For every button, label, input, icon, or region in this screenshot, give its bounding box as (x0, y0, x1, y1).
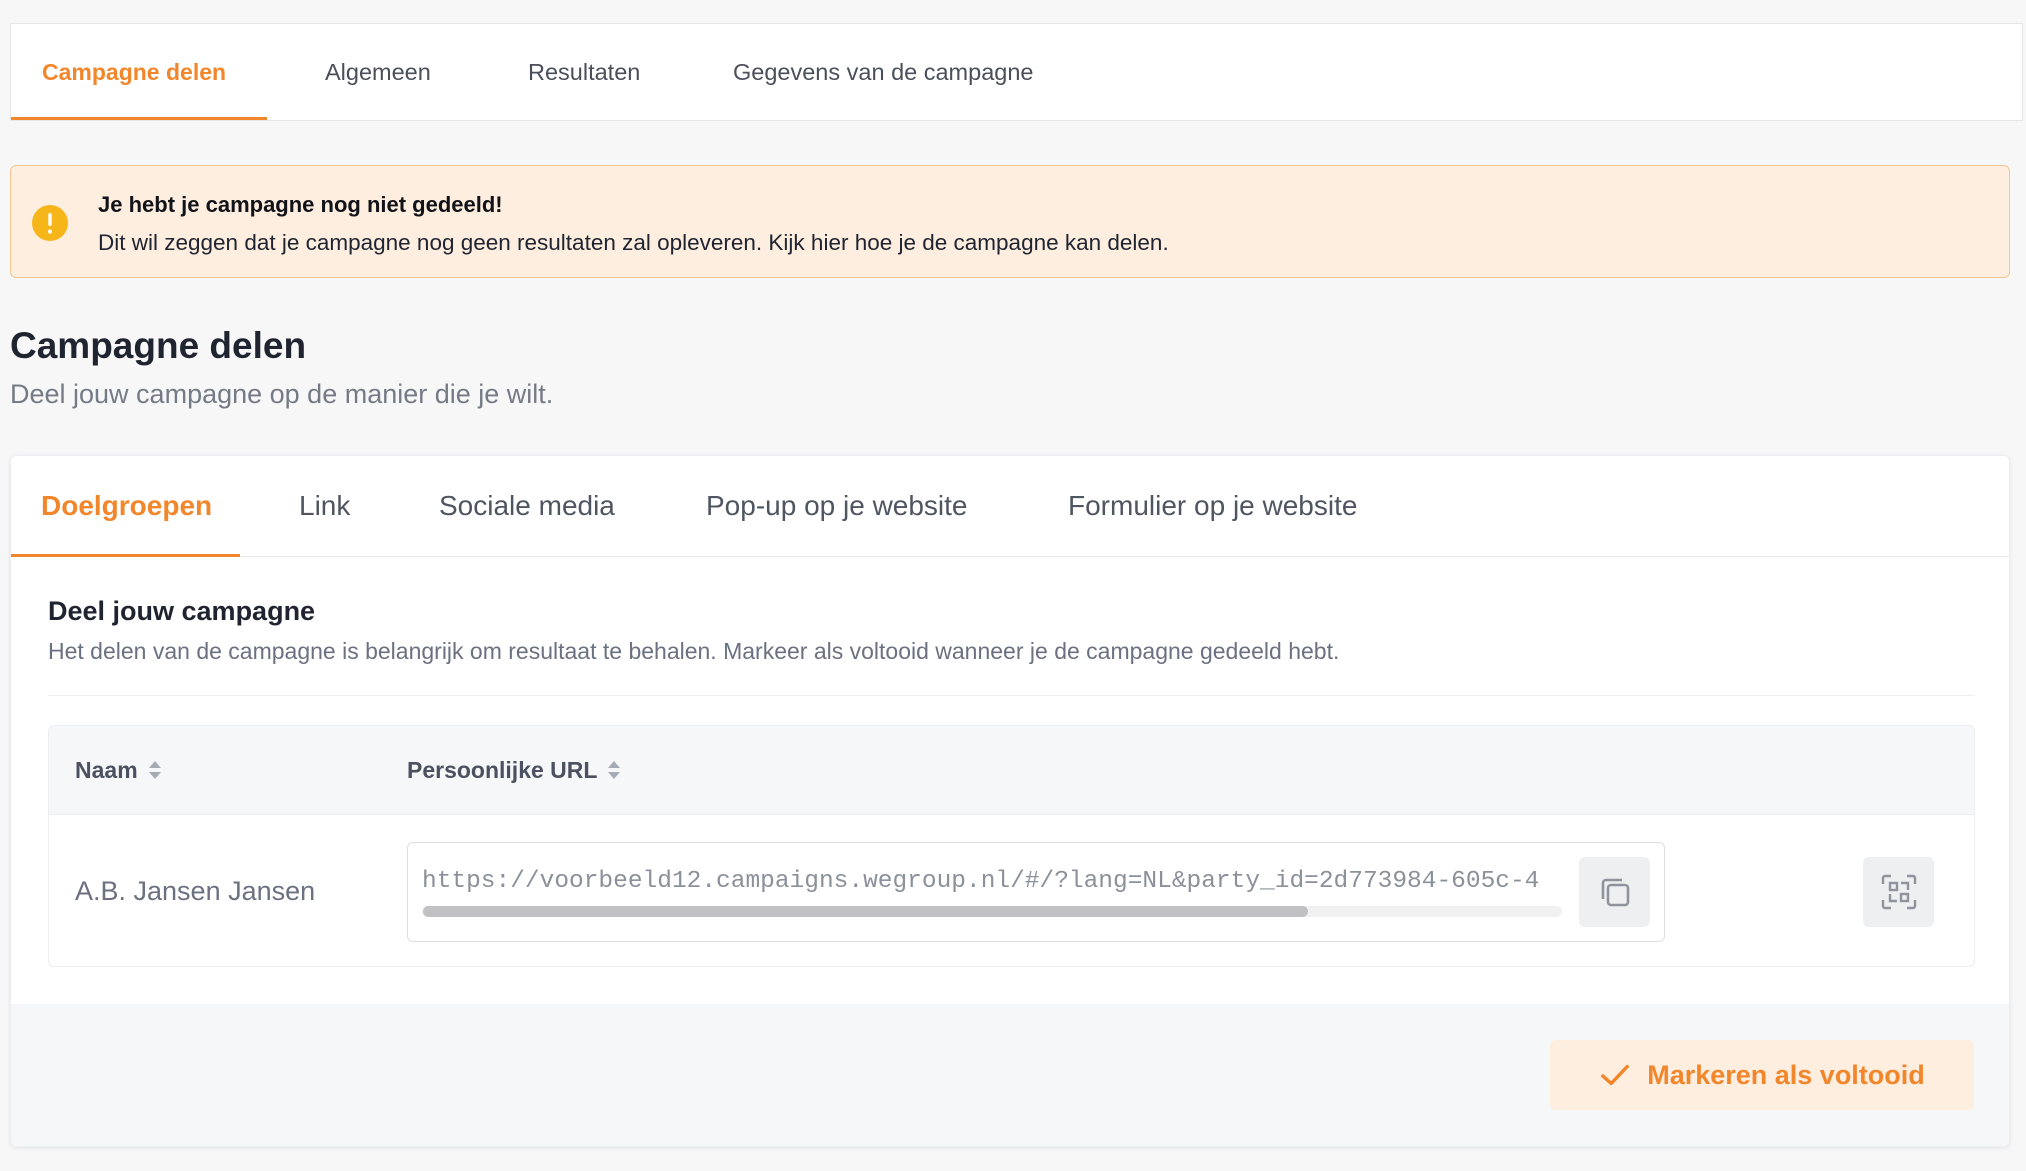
tab-campagne-delen[interactable]: Campagne delen (42, 24, 226, 120)
top-tab-bar: Campagne delen Algemeen Resultaten Gegev… (10, 23, 2023, 121)
active-share-tab-indicator (11, 554, 240, 557)
page-title: Campagne delen (10, 325, 307, 366)
panel-description: Het delen van de campagne is belangrijk … (48, 638, 1340, 664)
tab-sociale-media[interactable]: Sociale media (439, 456, 615, 556)
copy-url-button[interactable] (1579, 857, 1650, 927)
divider (48, 695, 1975, 696)
not-shared-alert: Je hebt je campagne nog niet gedeeld! Di… (10, 165, 2010, 278)
tab-resultaten[interactable]: Resultaten (528, 24, 640, 120)
page-subtitle: Deel jouw campagne op de manier die je w… (10, 379, 554, 409)
tab-algemeen[interactable]: Algemeen (325, 24, 431, 120)
qr-code-button[interactable] (1863, 857, 1934, 927)
alert-message: Dit wil zeggen dat je campagne nog geen … (98, 230, 1169, 255)
tab-formulier-op-je-website[interactable]: Formulier op je website (1068, 456, 1357, 556)
audience-table: Naam Persoonlijke URL A.B. Jansen Jansen… (48, 725, 1975, 967)
warning-icon (32, 205, 68, 241)
column-label: Persoonlijke URL (407, 756, 598, 783)
qr-code-icon (1881, 874, 1916, 910)
active-tab-indicator (11, 117, 267, 120)
table-row: A.B. Jansen Jansen https://voorbeeld12.c… (49, 815, 1974, 966)
sort-icon (148, 761, 161, 779)
column-label: Naam (75, 756, 138, 783)
mark-complete-label: Markeren als voltooid (1647, 1059, 1925, 1090)
url-scrollbar-thumb[interactable] (423, 906, 1308, 917)
tab-pop-up-op-je-website[interactable]: Pop-up op je website (706, 456, 968, 556)
tab-link[interactable]: Link (299, 456, 350, 556)
recipient-name: A.B. Jansen Jansen (75, 876, 316, 906)
mark-complete-button[interactable]: Markeren als voltooid (1550, 1040, 1974, 1110)
share-tab-bar: Doelgroepen Link Sociale media Pop-up op… (11, 456, 2009, 557)
personal-url-field[interactable]: https://voorbeeld12.campaigns.wegroup.nl… (407, 842, 1665, 942)
copy-icon (1601, 878, 1629, 907)
share-card: Doelgroepen Link Sociale media Pop-up op… (10, 455, 2010, 1147)
personal-url-value[interactable]: https://voorbeeld12.campaigns.wegroup.nl… (422, 867, 1562, 897)
table-header: Naam Persoonlijke URL (49, 726, 1974, 815)
panel-title: Deel jouw campagne (48, 596, 316, 626)
alert-title: Je hebt je campagne nog niet gedeeld! (98, 192, 503, 217)
card-footer: Markeren als voltooid (11, 1004, 2009, 1146)
column-header-persoonlijke-url[interactable]: Persoonlijke URL (407, 726, 621, 814)
tab-doelgroepen[interactable]: Doelgroepen (41, 456, 212, 556)
sort-icon (608, 761, 621, 779)
column-header-naam[interactable]: Naam (75, 726, 162, 814)
url-scrollbar[interactable] (422, 906, 1562, 917)
check-icon (1601, 1064, 1630, 1086)
tab-gegevens-van-de-campagne[interactable]: Gegevens van de campagne (733, 24, 1034, 120)
